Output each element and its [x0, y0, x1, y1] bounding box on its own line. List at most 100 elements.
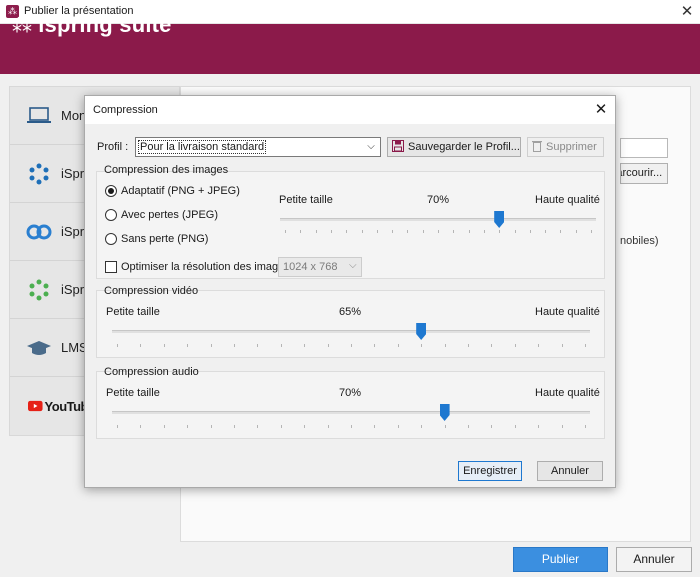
slider-thumb[interactable]	[416, 323, 427, 340]
slider-tick	[300, 230, 301, 233]
audio-slider-value-label: 70%	[339, 387, 362, 399]
slider-tick	[538, 344, 539, 347]
window-close-button[interactable]: ✕	[676, 2, 698, 22]
cancel-button[interactable]: Annuler	[616, 547, 692, 572]
resolution-value: 1024 x 768	[283, 261, 338, 273]
delete-profile-label: Supprimer	[546, 141, 597, 153]
slider-tick	[515, 230, 516, 233]
publish-button[interactable]: Publier	[513, 547, 608, 572]
save-button[interactable]: Enregistrer	[458, 461, 522, 481]
radio-lossy[interactable]: Avec pertes (JPEG)	[105, 209, 218, 221]
slider-tick	[285, 230, 286, 233]
save-profile-button[interactable]: Sauvegarder le Profil...	[387, 137, 521, 157]
slider-tick	[398, 344, 399, 347]
slider-tick	[257, 344, 258, 347]
slider-tick	[576, 230, 577, 233]
video-slider-min-label: Petite taille	[106, 306, 160, 318]
slider-tick	[468, 425, 469, 428]
slider-tick	[469, 230, 470, 233]
slider-tick	[438, 230, 439, 233]
slider-tick	[164, 344, 165, 347]
ispring-logo-icon: ⁂	[12, 14, 33, 37]
delete-profile-button[interactable]: Supprimer	[527, 137, 604, 157]
slider-tick	[374, 344, 375, 347]
slider-tick	[304, 344, 305, 347]
radio-lossless[interactable]: Sans perte (PNG)	[105, 233, 208, 245]
slider-tick	[164, 425, 165, 428]
slider-tick	[346, 230, 347, 233]
slider-tick	[499, 230, 500, 233]
slider-tick	[328, 344, 329, 347]
slider-tick	[140, 344, 141, 347]
dialog-cancel-button[interactable]: Annuler	[537, 461, 603, 481]
dialog-titlebar	[85, 96, 615, 124]
slider-ticks	[285, 230, 592, 233]
browse-button[interactable]: Parcourir...	[620, 163, 668, 184]
slider-tick	[234, 344, 235, 347]
slider-tick	[351, 344, 352, 347]
radio-button[interactable]	[105, 209, 117, 221]
slider-tick	[445, 425, 446, 428]
laptop-icon	[26, 104, 52, 128]
slider-tick	[515, 425, 516, 428]
profile-select[interactable]: Pour la livraison standard	[135, 137, 381, 157]
slider-tick	[560, 230, 561, 233]
slider-tick	[398, 425, 399, 428]
slider-tick	[377, 230, 378, 233]
slider-tick	[530, 230, 531, 233]
radio-label: Avec pertes (JPEG)	[121, 209, 218, 221]
slider-thumb[interactable]	[494, 211, 505, 228]
slider-tick	[351, 425, 352, 428]
slider-tick	[538, 425, 539, 428]
video-quality-slider[interactable]	[112, 322, 590, 350]
compression-dialog: Compression ✕ Profil : Pour la livraison…	[84, 95, 616, 488]
slider-tick	[234, 425, 235, 428]
radio-button[interactable]	[105, 185, 117, 197]
video-slider-value-label: 65%	[339, 306, 362, 318]
slider-tick	[281, 425, 282, 428]
slider-tick	[468, 344, 469, 347]
slider-tick	[445, 344, 446, 347]
optimize-resolution-option[interactable]: Optimiser la résolution des images :	[105, 261, 296, 273]
image-slider-value-label: 70%	[427, 194, 450, 206]
image-quality-slider[interactable]	[280, 210, 596, 238]
slider-thumb[interactable]	[439, 404, 450, 421]
trash-icon	[532, 140, 542, 155]
destination-label: Mon	[61, 108, 87, 123]
chevron-down-icon: ⌵	[367, 141, 375, 152]
slider-ticks	[117, 425, 586, 428]
slider-tick	[362, 230, 363, 233]
radio-label: Adaptatif (PNG + JPEG)	[121, 185, 240, 197]
slider-tick	[211, 425, 212, 428]
slider-tick	[585, 425, 586, 428]
slider-tick	[187, 344, 188, 347]
ispring-learn-icon	[26, 278, 52, 302]
slider-tick	[304, 425, 305, 428]
slider-tick	[562, 344, 563, 347]
audio-quality-slider[interactable]	[112, 403, 590, 431]
video-slider-max-label: Haute qualité	[535, 306, 600, 318]
radio-button[interactable]	[105, 233, 117, 245]
slider-tick	[484, 230, 485, 233]
slider-tick	[117, 344, 118, 347]
slider-tick	[140, 425, 141, 428]
slider-track	[112, 411, 590, 414]
slider-tick	[562, 425, 563, 428]
optimize-resolution-checkbox[interactable]	[105, 261, 117, 273]
dialog-close-button[interactable]: ✕	[590, 100, 612, 120]
dialog-title: Compression	[93, 104, 158, 116]
slider-tick	[591, 230, 592, 233]
mobiles-option-text: nobiles)	[620, 235, 659, 247]
slider-tick	[117, 425, 118, 428]
save-profile-label: Sauvegarder le Profil...	[408, 141, 520, 153]
slider-tick	[545, 230, 546, 233]
radio-adaptive[interactable]: Adaptatif (PNG + JPEG)	[105, 185, 240, 197]
audio-slider-min-label: Petite taille	[106, 387, 160, 399]
folder-path-field[interactable]	[620, 138, 668, 158]
optimize-resolution-label: Optimiser la résolution des images :	[121, 261, 296, 273]
slider-track	[280, 218, 596, 221]
ispring-cloud-icon	[26, 162, 52, 186]
youtube-logo-icon: YouTub	[28, 394, 89, 418]
chevron-down-icon: ⌵	[349, 260, 357, 271]
brand-logo: ⁂ ispring suite	[12, 12, 172, 38]
